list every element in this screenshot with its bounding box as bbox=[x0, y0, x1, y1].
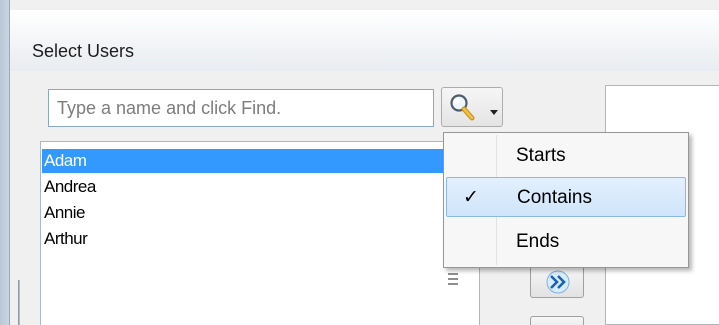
menu-item-label: Ends bbox=[516, 231, 560, 252]
window-frame-left bbox=[0, 0, 10, 325]
search-input[interactable] bbox=[48, 89, 434, 127]
search-icon bbox=[450, 94, 475, 121]
scrollbar-grip[interactable] bbox=[445, 266, 465, 325]
list-item[interactable]: Arthur bbox=[42, 227, 447, 251]
add-users-button[interactable] bbox=[530, 266, 584, 298]
double-chevron-right-icon bbox=[546, 270, 570, 294]
checkmark-icon: ✓ bbox=[463, 187, 479, 208]
menu-item-label: Starts bbox=[516, 145, 566, 166]
menu-item-label: Contains bbox=[517, 187, 592, 208]
remove-users-button[interactable] bbox=[530, 316, 584, 325]
grip-line bbox=[448, 283, 458, 285]
title-bar[interactable]: Select Users bbox=[10, 10, 719, 71]
menu-item-contains[interactable]: ✓ Contains bbox=[446, 177, 686, 217]
list-item[interactable]: Adam bbox=[42, 149, 447, 173]
grip-line bbox=[448, 273, 458, 275]
list-item[interactable]: Annie bbox=[42, 201, 447, 225]
chevron-down-icon bbox=[490, 110, 498, 115]
menu-item-ends[interactable]: Ends bbox=[446, 222, 686, 262]
find-dropdown-button[interactable] bbox=[441, 87, 503, 127]
user-list[interactable]: Adam Andrea Annie Arthur bbox=[40, 141, 480, 325]
match-mode-menu: Starts ✓ Contains Ends bbox=[443, 132, 689, 268]
menu-item-starts[interactable]: Starts bbox=[446, 136, 686, 176]
window-title: Select Users bbox=[32, 41, 135, 61]
splitter-handle[interactable] bbox=[18, 280, 20, 325]
grip-line bbox=[448, 278, 458, 280]
list-item[interactable]: Andrea bbox=[42, 175, 447, 199]
select-users-dialog: Select Users Adam Andrea Annie Arthur bbox=[0, 0, 719, 325]
